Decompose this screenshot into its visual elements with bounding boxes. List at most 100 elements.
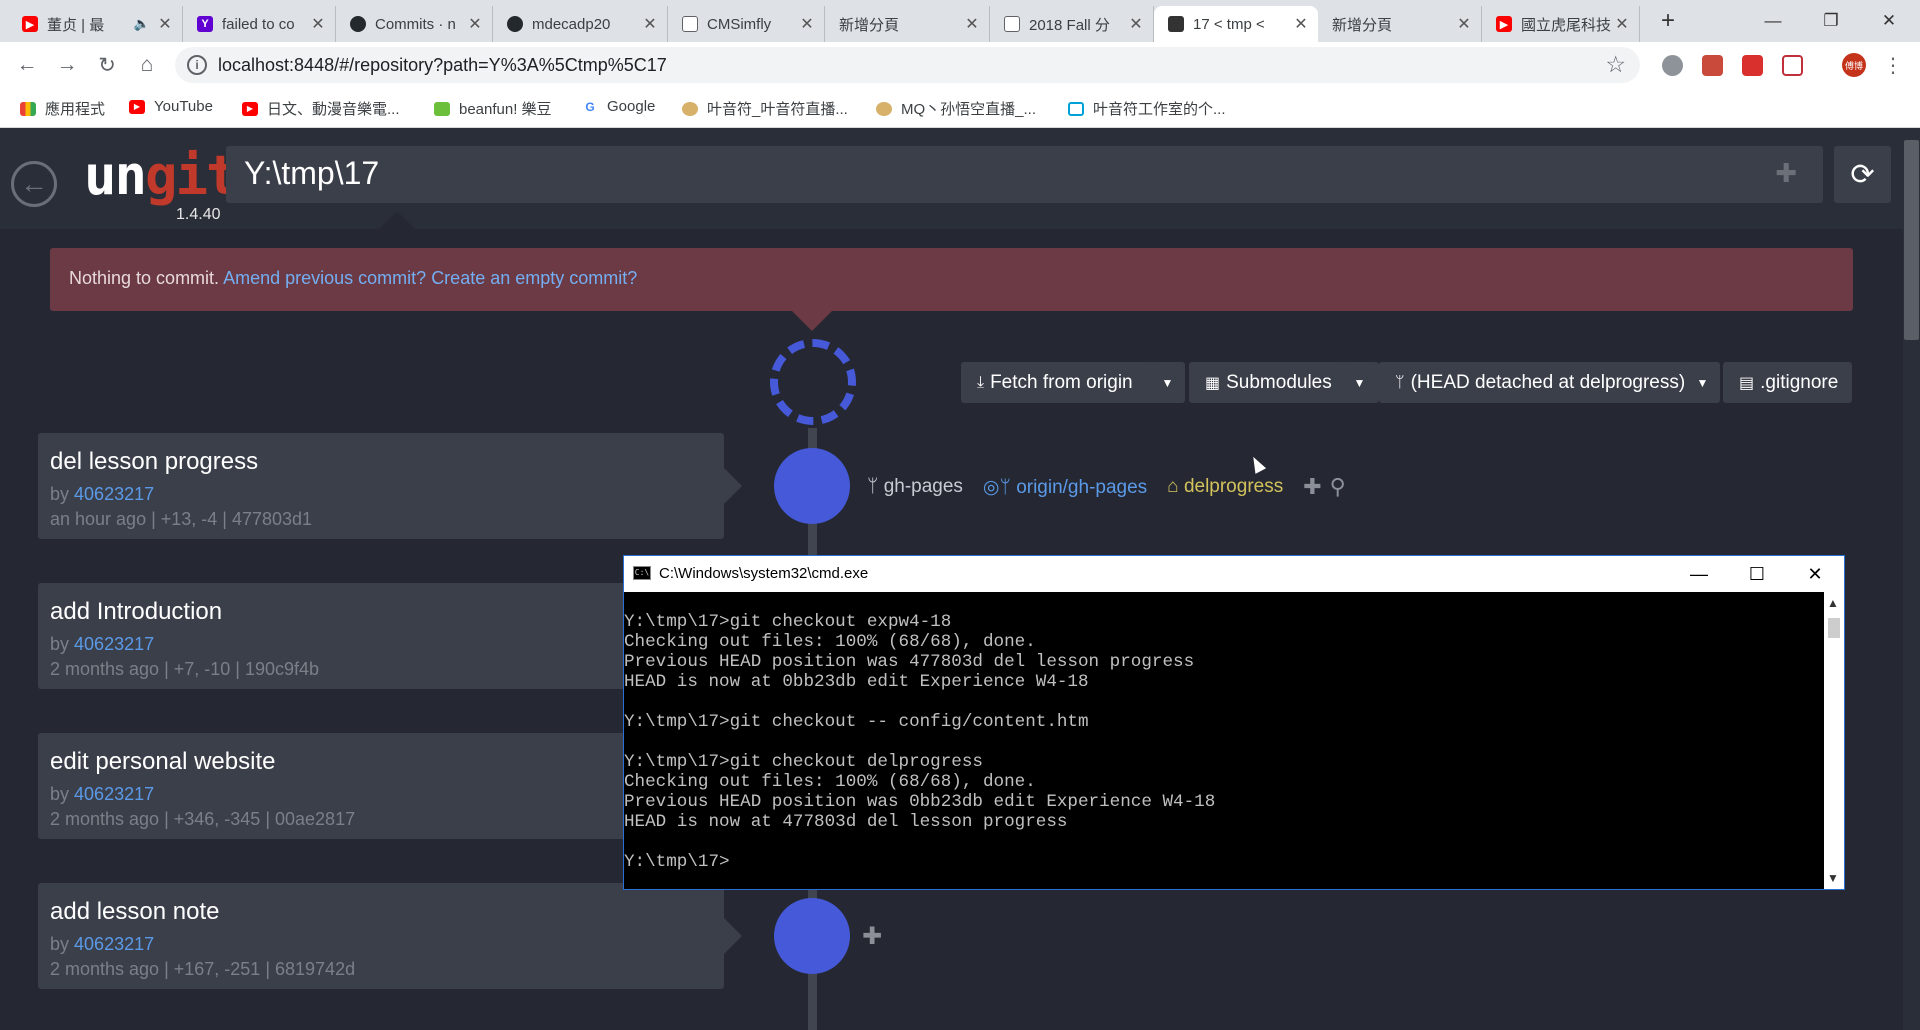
youtube-icon: ▶ — [22, 16, 38, 32]
branch-dropdown-caret[interactable]: ▼ — [1685, 362, 1720, 403]
plus-icon[interactable]: ✚ — [1775, 158, 1797, 189]
close-icon[interactable]: ✕ — [1453, 14, 1475, 34]
commit-meta: an hour ago | +13, -4 | 477803d1 — [50, 509, 313, 529]
pocket-extension-icon[interactable] — [1782, 55, 1803, 76]
bookmark-google[interactable]: G Google — [582, 98, 655, 115]
close-icon[interactable]: ✕ — [961, 14, 983, 34]
bookmark-star-icon[interactable]: ☆ — [1605, 51, 1626, 78]
alert-text: Nothing to commit. Amend previous commit… — [69, 268, 637, 289]
tab-youtube-2[interactable]: ▶ 國立虎尾科技 ✕ — [1482, 6, 1640, 42]
remote-branch-ref[interactable]: ◎ᛘ origin/gh-pages — [983, 476, 1147, 499]
commit-author[interactable]: 40623217 — [74, 634, 154, 654]
repository-path-input[interactable]: Y:\tmp\17 ✚ — [226, 146, 1823, 203]
new-tab-button[interactable]: + — [1640, 0, 1696, 42]
bookmark-beanfun[interactable]: beanfun! 樂豆 — [434, 98, 552, 119]
tab-title: 董贞 | 最 — [47, 16, 105, 34]
url-text[interactable]: localhost:8448/#/repository?path=Y%3A%5C… — [218, 55, 667, 76]
tab-youtube-1[interactable]: ▶ 董贞 | 最 🔈 ✕ — [8, 6, 183, 42]
back-circle-icon[interactable]: ← — [11, 161, 57, 207]
close-icon[interactable]: ✕ — [1125, 14, 1147, 34]
commit-card[interactable]: add Introduction by 40623217 2 months ag… — [38, 583, 724, 689]
cmd-titlebar[interactable]: C:\ C:\Windows\system32\cmd.exe — ☐ ✕ — [624, 556, 1844, 592]
profile-avatar[interactable]: 傅博 — [1842, 53, 1866, 77]
back-arrow-icon[interactable]: ← — [12, 50, 42, 80]
bookmark-anime-music[interactable]: ▶ 日文、動漫音樂電... — [242, 98, 400, 119]
local-branch-ref[interactable]: ᛘ gh-pages — [867, 476, 963, 498]
cmd-scrollbar[interactable]: ▲ ▼ — [1824, 592, 1844, 889]
commit-card[interactable]: add lesson note by 40623217 2 months ago… — [38, 883, 742, 989]
gitignore-button[interactable]: ▤ .gitignore — [1723, 362, 1852, 403]
search-icon[interactable]: ⚲ — [1330, 474, 1346, 500]
minimize-button[interactable]: — — [1744, 0, 1802, 42]
bookmark-mq[interactable]: MQ丶孙悟空直播_... — [876, 98, 1036, 119]
menu-kebab-icon[interactable]: ⋮ — [1878, 50, 1908, 80]
close-icon[interactable]: ✕ — [796, 14, 818, 34]
tab-yahoo[interactable]: Y failed to co ✕ — [183, 6, 336, 42]
info-icon[interactable]: i — [187, 55, 207, 75]
tab-github-mdecadp[interactable]: mdecadp20 ✕ — [493, 6, 668, 42]
commit-author[interactable]: 40623217 — [74, 784, 154, 804]
pdf-extension-icon[interactable] — [1702, 55, 1723, 76]
bookmark-youtube[interactable]: ▶ YouTube — [129, 98, 213, 115]
scroll-up-icon[interactable]: ▲ — [1827, 596, 1839, 610]
bookmark-apps[interactable]: 應用程式 — [20, 98, 105, 119]
tab-ungit-active[interactable]: 17 < tmp < ✕ — [1154, 6, 1318, 42]
close-window-button[interactable]: ✕ — [1860, 0, 1918, 42]
bookmark-label: 應用程式 — [45, 101, 106, 118]
omnibox[interactable]: i localhost:8448/#/repository?path=Y%3A%… — [175, 47, 1640, 83]
screen: ▶ 董贞 | 最 🔈 ✕ Y failed to co ✕ Commits · … — [0, 0, 1920, 1030]
close-icon[interactable]: ✕ — [464, 14, 486, 34]
submodules-dropdown-caret[interactable]: ▼ — [1342, 362, 1377, 403]
remote-branch-label: origin/gh-pages — [1016, 476, 1148, 498]
refresh-icon[interactable]: ⟳ — [1834, 146, 1891, 203]
restore-button[interactable]: ❐ — [1802, 0, 1860, 42]
tag-ref[interactable]: ⌂ delprogress — [1167, 476, 1283, 498]
commit-author[interactable]: 40623217 — [74, 934, 154, 954]
tab-title: 2018 Fall 分 — [1029, 16, 1110, 34]
tab-cmsimfly[interactable]: CMSimfly ✕ — [668, 6, 825, 42]
close-icon[interactable]: ✕ — [1611, 14, 1633, 34]
ungit-logo[interactable]: ungit — [84, 148, 239, 204]
extension-icon[interactable] — [1662, 55, 1683, 76]
path-text[interactable]: Y:\tmp\17 — [244, 155, 379, 192]
commit-card[interactable]: del lesson progress by 40623217 an hour … — [38, 433, 742, 539]
page-icon — [1004, 16, 1020, 32]
commit-title: add lesson note — [50, 898, 220, 925]
forward-arrow-icon[interactable]: → — [52, 50, 82, 80]
cmd-maximize-button[interactable]: ☐ — [1728, 556, 1786, 592]
head-label: (HEAD detached at delprogress) — [1410, 371, 1686, 393]
page-scrollbar-thumb[interactable] — [1904, 140, 1919, 340]
plus-icon[interactable]: ✚ — [1303, 474, 1321, 500]
scroll-down-icon[interactable]: ▼ — [1827, 871, 1839, 885]
empty-commit-link[interactable]: Create an empty commit? — [431, 268, 637, 288]
branch-head-button[interactable]: ᛘ (HEAD detached at delprogress) — [1379, 362, 1717, 403]
tab-new-1[interactable]: 新增分頁 ✕ — [825, 6, 990, 42]
tab-2018-fall[interactable]: 2018 Fall 分 ✕ — [990, 6, 1154, 42]
commit-node[interactable] — [774, 448, 850, 524]
cmd-minimize-button[interactable]: — — [1670, 556, 1728, 592]
cmd-close-button[interactable]: ✕ — [1786, 556, 1844, 592]
bookmark-studio[interactable]: 叶音符工作室的个... — [1068, 98, 1226, 119]
commit-node[interactable] — [774, 898, 850, 974]
reload-icon[interactable]: ↻ — [92, 50, 122, 80]
plus-icon[interactable]: ✚ — [862, 922, 882, 951]
tab-github-commits[interactable]: Commits · n ✕ — [336, 6, 493, 42]
tab-new-2[interactable]: 新增分頁 ✕ — [1318, 6, 1482, 42]
extension-icon[interactable] — [1742, 55, 1763, 76]
home-icon[interactable]: ⌂ — [132, 50, 162, 80]
cmd-scrollbar-thumb[interactable] — [1828, 618, 1840, 638]
close-icon[interactable]: ✕ — [307, 14, 329, 34]
bookmark-yeyinfu[interactable]: 叶音符_叶音符直播... — [682, 98, 848, 119]
close-icon[interactable]: ✕ — [639, 14, 661, 34]
fetch-dropdown-caret[interactable]: ▼ — [1150, 362, 1185, 403]
cmd-window[interactable]: C:\ C:\Windows\system32\cmd.exe — ☐ ✕ Y:… — [623, 555, 1845, 890]
ungit-header: ← ungit 1.4.40 Y:\tmp\17 ✚ ⟳ — [0, 128, 1920, 229]
commit-author[interactable]: 40623217 — [74, 484, 154, 504]
close-icon[interactable]: ✕ — [1290, 14, 1312, 34]
amend-commit-link[interactable]: Amend previous commit? — [223, 268, 426, 288]
close-icon[interactable]: ✕ — [154, 14, 176, 34]
speaker-icon[interactable]: 🔈 — [134, 16, 150, 32]
cmd-output[interactable]: Y:\tmp\17>git checkout expw4-18 Checking… — [624, 612, 1215, 872]
cmd-console[interactable]: Y:\tmp\17>git checkout expw4-18 Checking… — [624, 592, 1824, 889]
commit-card[interactable]: edit personal website by 40623217 2 mont… — [38, 733, 724, 839]
